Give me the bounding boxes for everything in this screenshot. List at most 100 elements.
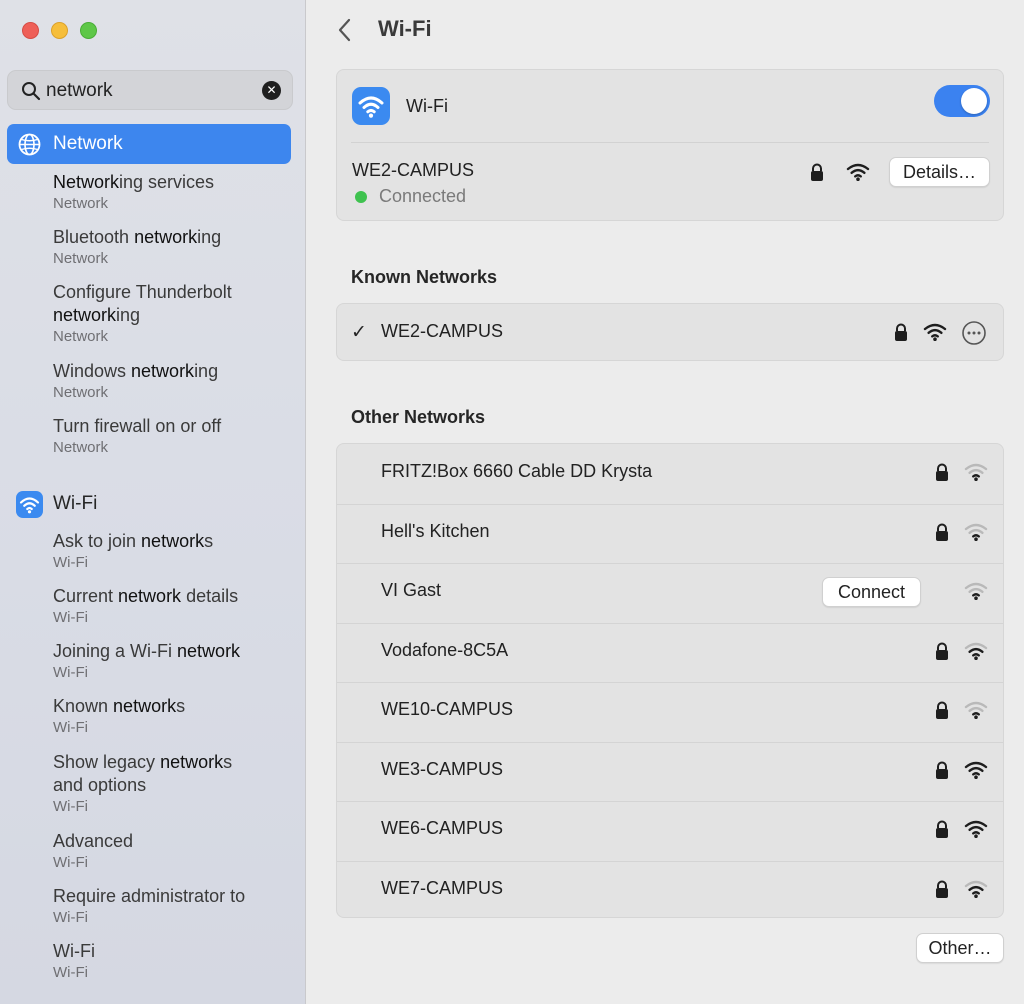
result-title-pre: Ask to join	[53, 531, 142, 551]
known-networks-header: Known Networks	[351, 267, 498, 287]
other-network-row[interactable]: Vodafone-8C5A	[337, 622, 1003, 682]
connected-status-dot	[355, 191, 367, 203]
result-category: Wi-Fi	[53, 798, 88, 815]
search-result-joining-wifi-network[interactable]: Joining a Wi-Fi network Wi-Fi	[53, 640, 293, 682]
lock-icon	[936, 761, 948, 779]
other-network-row[interactable]: VI Gast Connect	[337, 563, 1003, 622]
search-result-advanced[interactable]: Advanced Wi-Fi	[53, 830, 293, 872]
row-divider	[337, 503, 1003, 505]
result-title-pre: Advanced	[53, 831, 134, 851]
lock-icon	[936, 523, 948, 541]
other-network-row[interactable]: Hell's Kitchen	[337, 503, 1003, 563]
clear-search-icon[interactable]: ✕	[262, 81, 281, 100]
result-match: network	[53, 305, 117, 325]
lock-icon	[936, 820, 948, 838]
lock-icon	[895, 323, 907, 341]
wifi-signal-weak-icon	[964, 701, 988, 719]
other-network-row[interactable]: FRITZ!Box 6660 Cable DD Krysta	[337, 444, 1003, 503]
known-network-row[interactable]: ✓ WE2-CAMPUS	[337, 304, 1003, 363]
result-match: network	[177, 641, 241, 661]
search-result-current-network-details[interactable]: Current network details Wi-Fi	[53, 585, 293, 627]
search-icon	[22, 82, 41, 101]
lock-icon	[936, 642, 948, 660]
search-result-windows-networking[interactable]: Windows networking Network	[53, 360, 293, 402]
row-divider	[337, 682, 1003, 683]
result-category: Wi-Fi	[53, 854, 88, 871]
chevron-left-icon[interactable]	[335, 17, 355, 43]
result-title-line2: and options	[53, 775, 147, 795]
current-network-name: WE2-CAMPUS	[352, 160, 475, 180]
row-divider	[337, 741, 1003, 743]
close-window-button[interactable]	[22, 22, 39, 39]
network-name: Hell's Kitchen	[381, 520, 490, 541]
search-result-known-networks[interactable]: Known networks Wi-Fi	[53, 695, 293, 737]
network-name: WE10-CAMPUS	[381, 699, 514, 719]
result-match: network	[131, 361, 195, 381]
result-title-rest: s	[176, 696, 186, 716]
wifi-toggle[interactable]	[934, 85, 990, 117]
result-category: Network	[53, 384, 109, 401]
lock-icon	[936, 463, 948, 481]
search-result-thunderbolt-networking[interactable]: Configure Thunderbolt networking Network	[53, 281, 293, 346]
result-title-pre: Require administrator to	[53, 886, 246, 906]
result-title-pre: Wi-Fi	[53, 941, 95, 961]
result-title-pre: Known	[53, 696, 114, 716]
connect-button[interactable]: Connect	[822, 577, 921, 607]
wifi-signal-medium-icon	[964, 642, 988, 660]
wifi-signal-strong-icon	[923, 323, 947, 341]
result-title-pre: Turn firewall on or off	[53, 416, 222, 436]
result-title-pre: Joining a Wi-Fi	[53, 641, 178, 661]
other-network-button[interactable]: Other…	[916, 933, 1004, 963]
window-controls	[22, 22, 97, 39]
result-match: network	[118, 586, 182, 606]
minimize-window-button[interactable]	[51, 22, 68, 39]
wifi-signal-strong-icon	[964, 761, 988, 779]
other-network-row[interactable]: WE7-CAMPUS	[337, 860, 1003, 920]
search-result-ask-to-join[interactable]: Ask to join networks Wi-Fi	[53, 530, 293, 572]
result-title-pre: Bluetooth	[53, 227, 135, 247]
result-category: Network	[53, 195, 109, 212]
other-network-row[interactable]: WE6-CAMPUS	[337, 801, 1003, 860]
result-title-pre: Windows	[53, 361, 132, 381]
other-network-row[interactable]: WE3-CAMPUS	[337, 741, 1003, 801]
details-button[interactable]: Details…	[889, 157, 990, 187]
wifi-icon	[16, 491, 43, 518]
lock-icon	[936, 701, 948, 719]
network-name: FRITZ!Box 6660 Cable DD Krysta	[381, 461, 653, 481]
row-divider	[337, 622, 1003, 624]
page-title: Wi-Fi	[378, 16, 432, 41]
more-options-icon[interactable]	[961, 320, 987, 346]
result-match: Network	[53, 172, 120, 192]
result-title-rest: s	[204, 531, 214, 551]
search-result-legacy-networks[interactable]: Show legacy networks and options Wi-Fi	[53, 751, 293, 816]
wifi-signal-weak-icon	[964, 582, 988, 600]
result-title-rest: ing	[194, 361, 219, 381]
search-result-bluetooth-networking[interactable]: Bluetooth networking Network	[53, 226, 293, 268]
other-network-row[interactable]: WE10-CAMPUS	[337, 682, 1003, 741]
result-title-rest: ing	[197, 227, 222, 247]
result-category: Network	[53, 328, 109, 345]
network-name: WE6-CAMPUS	[381, 818, 504, 838]
search-input[interactable]	[46, 77, 246, 105]
search-result-require-admin[interactable]: Require administrator to Wi-Fi	[53, 885, 293, 927]
network-name: VI Gast	[381, 580, 442, 600]
sidebar-item-network[interactable]: Network	[7, 124, 291, 164]
search-result-wifi[interactable]: Wi-Fi Wi-Fi	[53, 940, 293, 982]
result-title-rest: ing services	[119, 172, 215, 192]
result-category: Wi-Fi	[53, 664, 88, 681]
zoom-window-button[interactable]	[80, 22, 97, 39]
row-divider	[337, 563, 1003, 564]
row-divider	[337, 860, 1003, 862]
sidebar-item-wifi[interactable]: Wi-Fi	[7, 484, 291, 524]
search-field[interactable]: ✕	[7, 70, 293, 110]
search-result-networking-services[interactable]: Networking services Network	[53, 171, 293, 213]
search-result-firewall[interactable]: Turn firewall on or off Network	[53, 415, 293, 457]
result-title-pre: Current	[53, 586, 119, 606]
globe-icon	[18, 133, 41, 156]
wifi-icon	[352, 87, 390, 125]
result-category: Wi-Fi	[53, 554, 88, 571]
lock-icon	[936, 880, 948, 898]
wifi-signal-weak-icon	[964, 463, 988, 481]
result-category: Network	[53, 439, 109, 456]
result-title-rest: details	[181, 586, 239, 606]
